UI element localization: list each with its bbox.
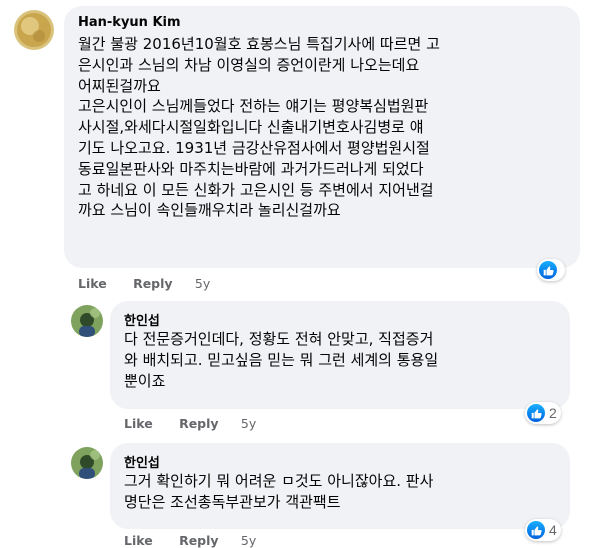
reaction-summary[interactable] [537,259,565,281]
reaction-count: 4 [549,522,557,538]
reply-button[interactable]: Reply [179,533,218,548]
comment-bubble: 한인섭 다 전문증거인데다, 정황도 전혀 안맞고, 직접증거 와 배치되고. … [110,301,570,409]
like-icon [527,521,545,539]
reaction-summary[interactable]: 2 [525,402,561,424]
avatar-image [71,305,103,337]
comment-author[interactable]: Han-kyun Kim [78,15,181,30]
reply-button[interactable]: Reply [179,416,218,431]
reaction-count: 2 [549,405,557,421]
comment-bubble: Han-kyun Kim 월간 불광 2016년10월호 효봉스님 특집기사에 … [64,6,580,268]
avatar[interactable] [71,447,103,479]
like-button[interactable]: Like [124,533,153,548]
like-button[interactable]: Like [124,416,153,431]
comment-text: 그거 확인하기 뭐 어려운 ㅁ것도 아니잖아요. 판사 명단은 조선총독부관보가… [124,472,434,511]
timestamp[interactable]: 5y [195,276,210,291]
comment-actions: Like Reply 5y [124,533,256,548]
timestamp[interactable]: 5y [241,533,256,548]
comment-author[interactable]: 한인섭 [124,310,160,329]
reaction-summary[interactable]: 4 [525,519,561,541]
like-button[interactable]: Like [78,276,107,291]
avatar[interactable] [14,10,54,50]
like-icon [539,261,557,279]
avatar-image [14,10,54,50]
timestamp[interactable]: 5y [241,416,256,431]
like-icon [527,404,545,422]
comment-author[interactable]: 한인섭 [124,452,160,471]
comment-bubble: 한인섭 그거 확인하기 뭐 어려운 ㅁ것도 아니잖아요. 판사 명단은 조선총독… [110,443,570,529]
comment-actions: Like Reply 5y [78,276,210,291]
comment-actions: Like Reply 5y [124,416,256,431]
avatar[interactable] [71,305,103,337]
comment-text: 월간 불광 2016년10월호 효봉스님 특집기사에 따르면 고 은시인과 스님… [78,35,440,220]
comment-text: 다 전문증거인데다, 정황도 전혀 안맞고, 직접증거 와 배치되고. 믿고싶음… [124,330,439,390]
avatar-image [71,447,103,479]
reply-button[interactable]: Reply [133,276,172,291]
